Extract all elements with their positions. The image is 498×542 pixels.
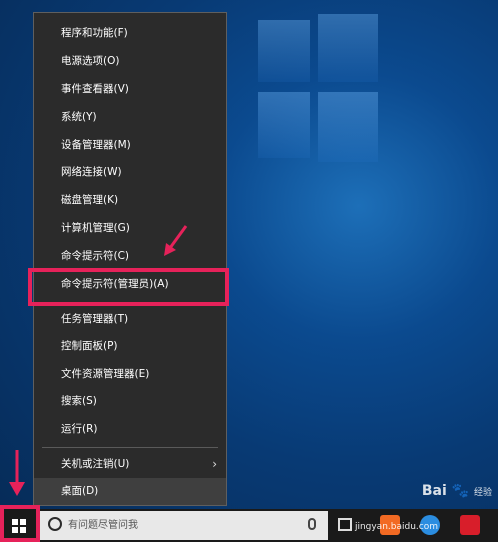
- menu-item-label: 关机或注销(U): [61, 458, 130, 470]
- menu-item-computer-management[interactable]: 计算机管理(G): [34, 215, 226, 242]
- wallpaper-window-pane: [258, 20, 310, 82]
- highlight-box-start: [0, 505, 40, 542]
- app-icon-red[interactable]: [460, 515, 480, 535]
- task-view-icon[interactable]: [338, 518, 352, 531]
- baidu-paw-icon: 🐾: [451, 483, 470, 499]
- red-arrow-diagonal-icon: [164, 225, 188, 256]
- wallpaper-window-pane: [258, 92, 310, 158]
- winx-context-menu: 程序和功能(F) 电源选项(O) 事件查看器(V) 系统(Y) 设备管理器(M)…: [33, 12, 227, 506]
- wallpaper-window-pane: [318, 92, 378, 162]
- menu-item-label: 任务管理器(T): [61, 313, 129, 325]
- menu-item-label: 文件资源管理器(E): [61, 368, 150, 380]
- menu-item-label: 运行(R): [61, 423, 98, 435]
- watermark-brand: Bai: [421, 483, 447, 499]
- menu-item-desktop[interactable]: 桌面(D): [34, 478, 226, 505]
- menu-item-label: 事件查看器(V): [61, 83, 129, 95]
- baidu-watermark: Bai 🐾 经验: [422, 483, 492, 499]
- menu-item-label: 桌面(D): [61, 485, 99, 497]
- microphone-icon[interactable]: [308, 518, 316, 530]
- menu-item-label: 磁盘管理(K): [61, 194, 119, 206]
- menu-item-device-manager[interactable]: 设备管理器(M): [34, 132, 226, 159]
- menu-item-label: 控制面板(P): [61, 340, 118, 352]
- menu-item-power-options[interactable]: 电源选项(O): [34, 48, 226, 75]
- menu-item-search[interactable]: 搜索(S): [34, 388, 226, 415]
- submenu-chevron-right-icon: ›: [212, 457, 217, 471]
- menu-item-label: 计算机管理(G): [61, 222, 130, 234]
- cortana-icon: [48, 517, 62, 531]
- search-input[interactable]: 有问题尽管问我: [40, 511, 328, 540]
- menu-item-event-viewer[interactable]: 事件查看器(V): [34, 76, 226, 103]
- menu-item-system[interactable]: 系统(Y): [34, 104, 226, 131]
- menu-item-label: 电源选项(O): [61, 55, 120, 67]
- menu-item-shutdown-signout[interactable]: 关机或注销(U) ›: [34, 451, 226, 478]
- menu-item-programs-features[interactable]: 程序和功能(F): [34, 20, 226, 47]
- menu-item-label: 系统(Y): [61, 111, 97, 123]
- search-placeholder: 有问题尽管问我: [68, 520, 138, 531]
- watermark-url: jingyan.baidu.com: [354, 522, 438, 532]
- menu-item-label: 搜索(S): [61, 395, 97, 407]
- watermark-suffix: 经验: [473, 488, 492, 498]
- menu-item-label: 命令提示符(C): [61, 250, 130, 262]
- menu-item-network-connections[interactable]: 网络连接(W): [34, 159, 226, 186]
- menu-item-label: 程序和功能(F): [61, 27, 128, 39]
- menu-separator: [42, 447, 218, 448]
- menu-item-label: 设备管理器(M): [61, 139, 131, 151]
- menu-item-file-explorer[interactable]: 文件资源管理器(E): [34, 361, 226, 388]
- menu-item-task-manager[interactable]: 任务管理器(T): [34, 306, 226, 333]
- menu-item-disk-management[interactable]: 磁盘管理(K): [34, 187, 226, 214]
- menu-item-control-panel[interactable]: 控制面板(P): [34, 333, 226, 360]
- wallpaper-window-pane: [318, 14, 378, 82]
- menu-item-label: 网络连接(W): [61, 166, 122, 178]
- menu-item-command-prompt[interactable]: 命令提示符(C): [34, 243, 226, 270]
- menu-item-run[interactable]: 运行(R): [34, 416, 226, 443]
- highlight-box-admin-cmd: [28, 268, 229, 306]
- red-arrow-down-icon: [9, 450, 25, 496]
